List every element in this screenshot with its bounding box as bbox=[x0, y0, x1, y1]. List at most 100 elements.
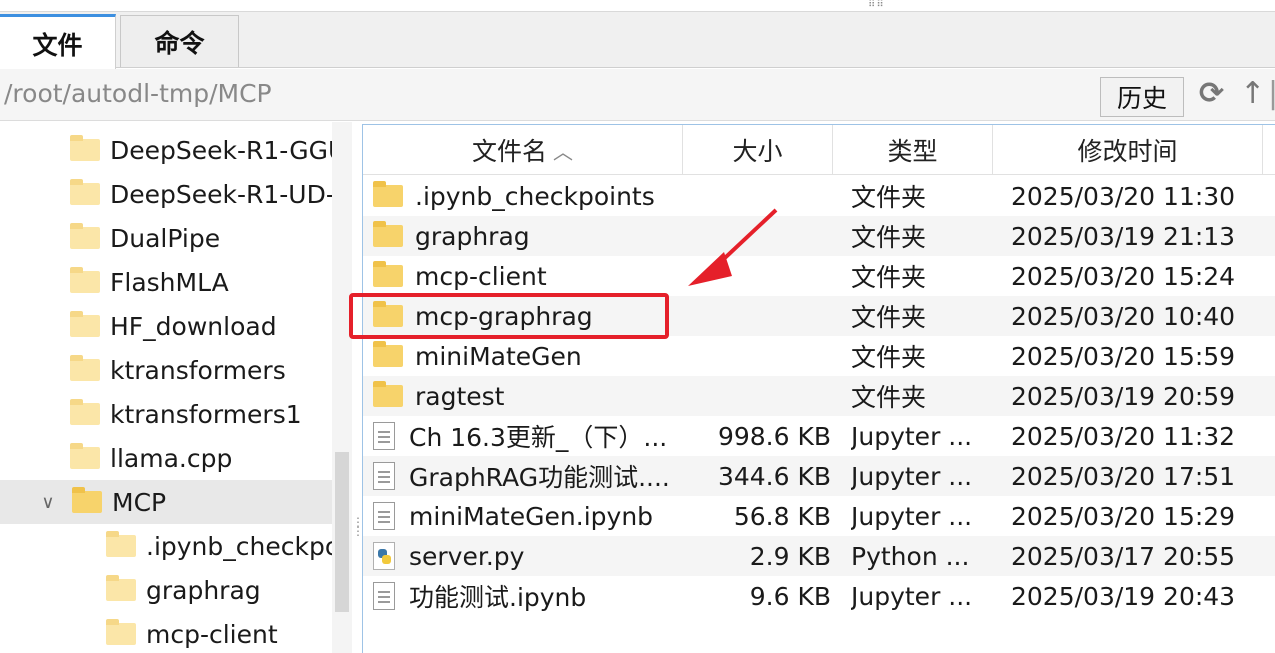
folder-tree: DeepSeek-R1-GGUF DeepSeek-R1-UD- DualPip… bbox=[0, 122, 340, 653]
file-row[interactable]: server.py 2.9 KB Python ... 2025/03/17 20:5… bbox=[363, 536, 1275, 576]
folder-icon bbox=[106, 619, 136, 645]
file-name-label: miniMateGen.ipynb bbox=[409, 501, 654, 531]
file-modified-cell: 2025/03/20 10:40 bbox=[1011, 301, 1236, 331]
folder-icon bbox=[70, 179, 100, 205]
path-bar: /root/autodl-tmp/MCP 历史 ⟳ ↑ | bbox=[0, 69, 1275, 121]
up-arrow-icon[interactable]: ↑ bbox=[1240, 79, 1265, 109]
column-header-size[interactable]: 大小 bbox=[683, 125, 833, 175]
document-icon bbox=[373, 502, 395, 530]
folder-icon bbox=[373, 221, 403, 247]
document-icon bbox=[373, 422, 395, 450]
tree-scrollbar-thumb[interactable] bbox=[335, 452, 349, 612]
tree-item[interactable]: ktransformers bbox=[0, 348, 332, 392]
file-name-label: server.py bbox=[409, 541, 525, 571]
document-icon bbox=[373, 462, 395, 490]
file-name-label: miniMateGen bbox=[415, 341, 582, 371]
tree-item[interactable]: DeepSeek-R1-UD- bbox=[0, 172, 332, 216]
tab-files[interactable]: 文件 bbox=[0, 14, 116, 70]
file-name-cell: Ch 16.3更新_（下）... bbox=[373, 416, 673, 456]
splitter-handle-icon[interactable]: ⋮ ⋮ bbox=[352, 516, 364, 537]
tree-item-label: HF_download bbox=[110, 311, 277, 341]
overflow-icon[interactable]: | bbox=[1268, 79, 1275, 109]
tree-item[interactable]: mcp-client bbox=[0, 612, 332, 653]
path-input[interactable]: /root/autodl-tmp/MCP bbox=[4, 79, 272, 108]
tree-item-mcp[interactable]: ∨ MCP bbox=[0, 480, 332, 524]
file-row[interactable]: Ch 16.3更新_（下）... 998.6 KB Jupyter ... 2025/… bbox=[363, 416, 1275, 456]
tree-item-label: ktransformers bbox=[110, 355, 286, 385]
drag-grip-icon[interactable]: ⠿⠿ bbox=[868, 0, 885, 10]
tree-item[interactable]: llama.cpp bbox=[0, 436, 332, 480]
file-type-cell: 文件夹 bbox=[851, 343, 927, 372]
tree-item[interactable]: .ipynb_checkpoints bbox=[0, 524, 332, 568]
tree-item[interactable]: ktransformers1 bbox=[0, 392, 332, 436]
tree-item-label: ktransformers1 bbox=[110, 399, 302, 429]
file-size-cell: 2.9 KB bbox=[749, 541, 831, 571]
folder-icon bbox=[373, 381, 403, 407]
file-name-label: mcp-graphrag bbox=[415, 301, 593, 331]
file-modified-cell: 2025/03/17 20:55 bbox=[1011, 541, 1236, 571]
file-row[interactable]: miniMateGen.ipynb 56.8 KB Jupyter ... 2025/… bbox=[363, 496, 1275, 536]
file-modified-cell: 2025/03/20 17:51 bbox=[1011, 461, 1236, 491]
tree-scrollbar[interactable] bbox=[332, 122, 352, 653]
file-modified-cell: 2025/03/20 15:59 bbox=[1011, 341, 1236, 371]
file-row[interactable]: graphrag 文件夹 2025/03/19 21:13 bbox=[363, 216, 1275, 256]
file-type-cell: Jupyter ... bbox=[851, 461, 973, 491]
tree-item-label: llama.cpp bbox=[110, 443, 233, 473]
folder-icon bbox=[70, 135, 100, 161]
column-header-type[interactable]: 类型 bbox=[833, 125, 993, 175]
file-size-cell bbox=[683, 336, 831, 376]
file-type-cell: Python ... bbox=[851, 541, 970, 571]
tree-item[interactable]: DeepSeek-R1-GGUF bbox=[0, 128, 332, 172]
file-row[interactable]: GraphRAG功能测试.... 344.6 KB Jupyter ... 2025/… bbox=[363, 456, 1275, 496]
file-name-label: .ipynb_checkpoints bbox=[415, 181, 655, 211]
chevron-down-icon[interactable]: ∨ bbox=[36, 492, 60, 513]
file-type-cell: 文件夹 bbox=[851, 303, 927, 332]
folder-icon bbox=[373, 261, 403, 287]
file-row[interactable]: mcp-graphrag 文件夹 2025/03/20 10:40 bbox=[363, 296, 1275, 336]
refresh-icon[interactable]: ⟳ bbox=[1199, 79, 1224, 109]
file-name-cell: miniMateGen bbox=[373, 336, 673, 376]
file-size-cell: 998.6 KB bbox=[717, 421, 831, 451]
file-modified-cell: 2025/03/20 11:30 bbox=[1011, 181, 1236, 211]
file-list-header: 文件名 ︿ 大小 类型 修改时间 bbox=[363, 125, 1275, 175]
folder-icon bbox=[373, 181, 403, 207]
file-name-cell: graphrag bbox=[373, 216, 673, 256]
file-size-cell bbox=[683, 376, 831, 416]
tree-item-label: .ipynb_checkpoints bbox=[146, 531, 332, 561]
file-row[interactable]: mcp-client 文件夹 2025/03/20 15:24 bbox=[363, 256, 1275, 296]
file-row[interactable]: miniMateGen 文件夹 2025/03/20 15:59 bbox=[363, 336, 1275, 376]
folder-icon bbox=[70, 223, 100, 249]
file-name-cell: 功能测试.ipynb bbox=[373, 576, 673, 616]
tab-commands[interactable]: 命令 bbox=[120, 15, 239, 67]
column-header-name[interactable]: 文件名 ︿ bbox=[363, 125, 683, 175]
column-header-modified[interactable]: 修改时间 bbox=[993, 125, 1263, 175]
tree-item[interactable]: FlashMLA bbox=[0, 260, 332, 304]
file-size-cell bbox=[683, 256, 831, 296]
file-list: 文件名 ︿ 大小 类型 修改时间 .ipynb_checkpoints 文件夹 20… bbox=[362, 124, 1275, 653]
file-row[interactable]: .ipynb_checkpoints 文件夹 2025/03/20 11:30 bbox=[363, 176, 1275, 216]
file-name-cell: .ipynb_checkpoints bbox=[373, 176, 673, 216]
tree-item-label: DeepSeek-R1-UD- bbox=[110, 179, 332, 209]
file-type-cell: 文件夹 bbox=[851, 383, 927, 412]
file-row[interactable]: ragtest 文件夹 2025/03/19 20:59 bbox=[363, 376, 1275, 416]
column-header-name-label: 文件名 bbox=[471, 137, 547, 166]
file-modified-cell: 2025/03/20 15:29 bbox=[1011, 501, 1236, 531]
file-modified-cell: 2025/03/19 20:59 bbox=[1011, 381, 1236, 411]
folder-icon bbox=[106, 531, 136, 557]
folder-icon bbox=[70, 267, 100, 293]
file-type-cell: Jupyter ... bbox=[851, 501, 973, 531]
folder-icon bbox=[70, 443, 100, 469]
file-size-cell bbox=[683, 296, 831, 336]
history-button[interactable]: 历史 bbox=[1100, 77, 1184, 117]
tree-item[interactable]: DualPipe bbox=[0, 216, 332, 260]
folder-icon bbox=[70, 399, 100, 425]
tree-item[interactable]: HF_download bbox=[0, 304, 332, 348]
file-size-cell bbox=[683, 216, 831, 256]
file-name-cell: GraphRAG功能测试.... bbox=[373, 456, 673, 496]
python-file-icon bbox=[373, 542, 395, 570]
folder-icon bbox=[70, 311, 100, 337]
file-row[interactable]: 功能测试.ipynb 9.6 KB Jupyter ... 2025/03/19 20… bbox=[363, 576, 1275, 616]
folder-icon bbox=[373, 301, 403, 327]
tree-item[interactable]: graphrag bbox=[0, 568, 332, 612]
file-modified-cell: 2025/03/20 11:32 bbox=[1011, 421, 1236, 451]
